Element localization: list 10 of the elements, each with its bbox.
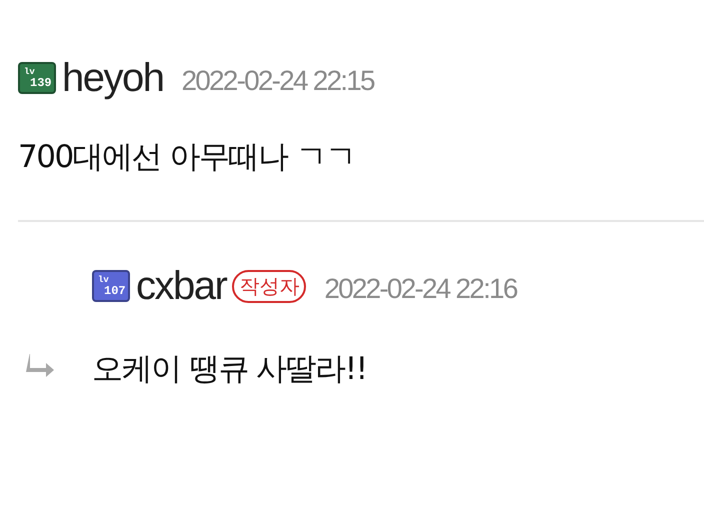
comment-text: 오케이 땡큐 사딸라!!	[92, 351, 367, 387]
level-badge: lv 107	[92, 270, 130, 302]
username[interactable]: heyoh	[62, 56, 164, 100]
reply-arrow-icon	[26, 354, 54, 378]
username[interactable]: cxbar	[136, 264, 226, 308]
comment-text: 700대에선 아무때나 ㄱㄱ	[18, 139, 355, 175]
comment-date: 2022-02-24 22:16	[324, 273, 517, 305]
level-badge: lv 139	[18, 62, 56, 94]
comment-date: 2022-02-24 22:15	[181, 65, 374, 97]
author-tag: 작성자	[232, 270, 306, 302]
